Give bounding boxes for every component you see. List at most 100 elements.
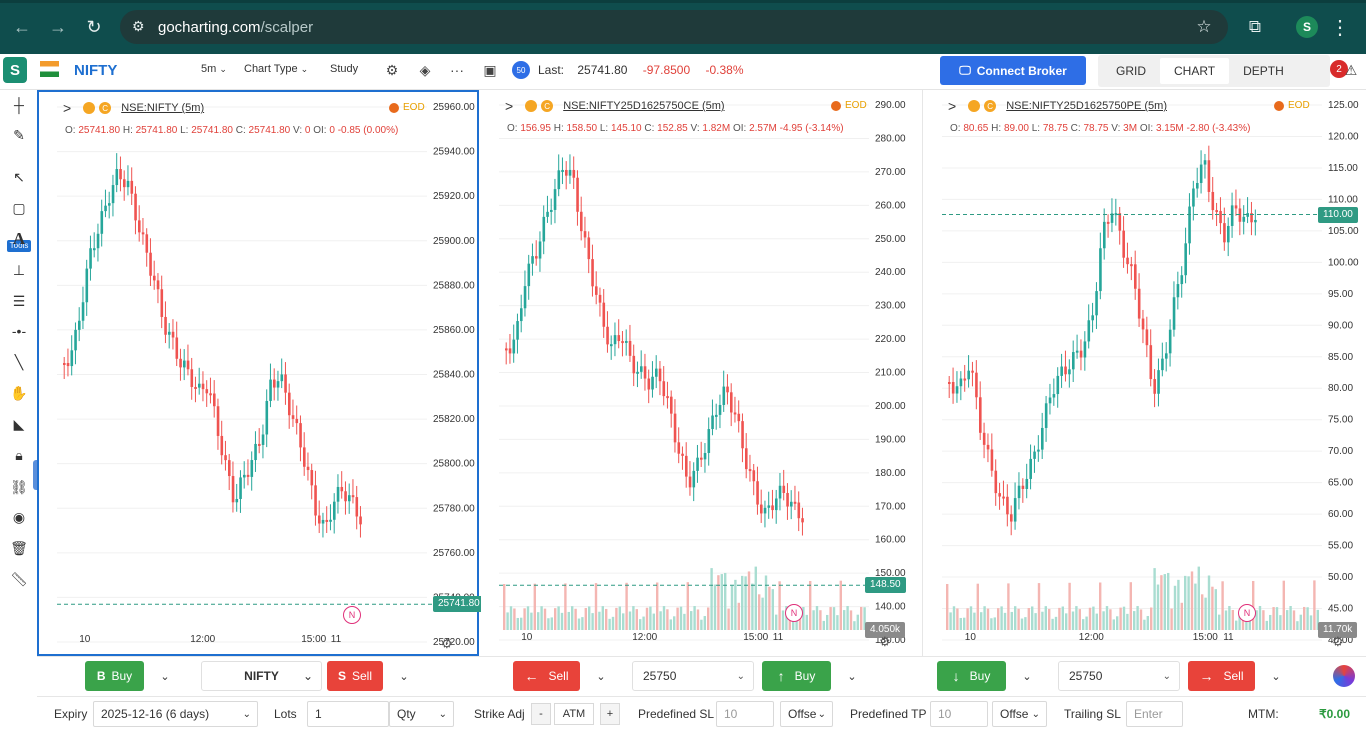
volume-bar bbox=[615, 607, 618, 630]
assistant-icon[interactable] bbox=[1333, 665, 1355, 687]
chevron-right-icon[interactable]: > bbox=[505, 98, 513, 114]
tp-input[interactable]: 10 bbox=[930, 701, 988, 727]
trend-line-icon[interactable]: ╲ bbox=[8, 351, 30, 373]
chart-settings-gear-icon[interactable]: ⚙ bbox=[879, 634, 891, 650]
hand-icon[interactable]: ✋ bbox=[8, 382, 30, 404]
qty-value: Qty bbox=[397, 707, 416, 721]
chart-settings-gear-icon[interactable]: ⚙ bbox=[1332, 634, 1344, 650]
ohlc-value: 25741.80 bbox=[191, 125, 233, 136]
ce-buy-button[interactable]: ↑ Buy bbox=[762, 661, 831, 691]
lots-input[interactable]: 1 bbox=[307, 701, 389, 727]
qty-select[interactable]: Qty ⌄ bbox=[389, 701, 454, 727]
layers-icon[interactable]: ◈ bbox=[415, 60, 435, 80]
connect-broker-button[interactable]: 🖵 Connect Broker bbox=[940, 56, 1086, 85]
ruler-icon[interactable]: ◣ bbox=[8, 413, 30, 435]
candle bbox=[310, 470, 314, 486]
chevron-down-icon[interactable]: ⌄ bbox=[146, 661, 184, 691]
strike-minus-button[interactable]: - bbox=[531, 703, 551, 725]
volume-bar bbox=[560, 612, 564, 630]
lock-icon[interactable]: 🔒︎ bbox=[8, 444, 30, 466]
site-info-icon[interactable]: ⚙ bbox=[132, 18, 145, 35]
crosshair-icon[interactable]: ┼ bbox=[8, 94, 30, 116]
chart-panel-ce[interactable]: 290.00 280.00 270.00 260.00 250.00 240.00 230.… bbox=[481, 90, 923, 656]
candle bbox=[572, 169, 576, 178]
profile-avatar[interactable]: S bbox=[1296, 16, 1318, 38]
volume-bar bbox=[849, 610, 853, 630]
volume-bar bbox=[1126, 613, 1129, 630]
interval-select[interactable]: 5m ⌄ bbox=[201, 63, 227, 75]
candle bbox=[89, 248, 92, 269]
chevron-right-icon[interactable]: > bbox=[63, 100, 71, 116]
expiry-select[interactable]: 2025-12-16 (6 days) ⌄ bbox=[93, 701, 258, 727]
warning-icon[interactable]: ⚠ bbox=[1341, 60, 1361, 80]
forward-icon[interactable]: → bbox=[43, 12, 73, 42]
link-icon[interactable]: ⛓ bbox=[8, 476, 30, 498]
volume-bar bbox=[1065, 613, 1068, 630]
back-icon[interactable]: ← bbox=[7, 12, 37, 42]
y-tick-label: 230.00 bbox=[875, 301, 906, 312]
save-icon[interactable]: ▣ bbox=[480, 60, 500, 80]
scale-icon[interactable]: 📏︎ bbox=[8, 568, 30, 590]
settings-gear-icon[interactable]: ⚙ bbox=[382, 60, 402, 80]
pe-strike-select[interactable]: 25750 ⌄ bbox=[1058, 661, 1180, 691]
speed-icon[interactable]: 50 bbox=[512, 61, 530, 79]
last-label: Last: bbox=[538, 63, 565, 77]
cursor-icon[interactable]: ↖ bbox=[8, 166, 30, 188]
chart-settings-gear-icon[interactable]: ⚙ bbox=[441, 636, 453, 652]
sl-input[interactable]: 10 bbox=[716, 701, 774, 727]
extensions-icon[interactable]: ⧉ bbox=[1240, 12, 1270, 42]
ticker-label[interactable]: NSE:NIFTY25D1625750CE (5m) bbox=[563, 100, 724, 112]
symbol-name[interactable]: NIFTY bbox=[74, 62, 117, 79]
nifty-buy-button[interactable]: B Buy bbox=[85, 661, 144, 691]
chart-canvas[interactable]: 290.00 280.00 270.00 260.00 250.00 240.00 230.… bbox=[481, 90, 923, 656]
study-button[interactable]: Study bbox=[330, 63, 358, 75]
more-icon[interactable]: ··· bbox=[447, 60, 467, 80]
measure-icon[interactable]: ⊥ bbox=[8, 259, 30, 281]
tp-unit-select[interactable]: Offse ⌄ bbox=[992, 701, 1047, 727]
y-tick-label: 160.00 bbox=[875, 535, 906, 546]
news-badge[interactable]: N bbox=[343, 606, 361, 624]
chevron-down-icon[interactable]: ⌄ bbox=[385, 661, 423, 691]
nifty-sell-button[interactable]: S Sell bbox=[327, 661, 383, 691]
chart-canvas[interactable]: 25960.00 25940.00 25920.00 25900.00 25880.00… bbox=[39, 92, 481, 658]
pe-sell-button[interactable]: → Sell bbox=[1188, 661, 1255, 691]
menu-icon[interactable]: ⋮ bbox=[1325, 12, 1355, 42]
sl-unit-select[interactable]: Offse ⌄ bbox=[780, 701, 833, 727]
ce-sell-button[interactable]: ← Sell bbox=[513, 661, 580, 691]
chevron-right-icon[interactable]: > bbox=[948, 98, 956, 114]
rectangle-icon[interactable]: ▢ bbox=[8, 197, 30, 219]
eye-icon[interactable]: ◉ bbox=[8, 506, 30, 528]
chart-panel-pe[interactable]: 125.00 120.00 115.00 110.00 105.00 100.00 95.0… bbox=[924, 90, 1366, 656]
news-badge[interactable]: N bbox=[1238, 604, 1256, 622]
app-logo[interactable]: S bbox=[3, 57, 27, 83]
tab-grid[interactable]: GRID bbox=[1102, 58, 1160, 84]
chevron-down-icon[interactable]: ⌄ bbox=[1257, 661, 1295, 691]
ce-strike-select[interactable]: 25750 ⌄ bbox=[632, 661, 754, 691]
reload-icon[interactable]: ↻ bbox=[79, 12, 109, 42]
chart-canvas[interactable]: 125.00 120.00 115.00 110.00 105.00 100.00 95.0… bbox=[924, 90, 1366, 656]
address-bar[interactable]: ⚙ gocharting.com/scalper bbox=[120, 10, 1228, 44]
atm-button[interactable]: ATM bbox=[554, 703, 594, 725]
tab-chart[interactable]: CHART bbox=[1160, 58, 1230, 84]
text-icon[interactable]: A bbox=[8, 228, 30, 250]
strike-plus-button[interactable]: + bbox=[600, 703, 620, 725]
ticker-label[interactable]: NSE:NIFTY (5m) bbox=[121, 102, 204, 114]
chevron-down-icon[interactable]: ⌄ bbox=[1008, 661, 1046, 691]
dot-line-icon[interactable]: -•- bbox=[8, 320, 30, 342]
chevron-down-icon[interactable]: ⌄ bbox=[582, 661, 620, 691]
chevron-down-icon[interactable]: ⌄ bbox=[833, 661, 871, 691]
trash-icon[interactable]: 🗑︎ bbox=[8, 537, 30, 559]
candle bbox=[213, 393, 216, 407]
ohlc-value: 145.10 bbox=[611, 123, 642, 134]
chart-panel-nifty[interactable]: 25960.00 25940.00 25920.00 25900.00 25880.00… bbox=[37, 90, 485, 658]
pencil-icon[interactable]: ✎ bbox=[8, 124, 30, 146]
symbol-select[interactable]: NIFTY ⌄ bbox=[201, 661, 322, 691]
tab-depth[interactable]: DEPTH bbox=[1229, 58, 1298, 84]
bookmark-star-icon[interactable]: ☆ bbox=[1189, 12, 1219, 42]
fib-icon[interactable]: ☰ bbox=[8, 290, 30, 312]
pe-buy-button[interactable]: ↓ Buy bbox=[937, 661, 1006, 691]
trailing-sl-input[interactable]: Enter bbox=[1126, 701, 1183, 727]
ticker-label[interactable]: NSE:NIFTY25D1625750PE (5m) bbox=[1006, 100, 1167, 112]
chart-type-select[interactable]: Chart Type ⌄ bbox=[244, 63, 308, 75]
news-badge[interactable]: N bbox=[785, 604, 803, 622]
